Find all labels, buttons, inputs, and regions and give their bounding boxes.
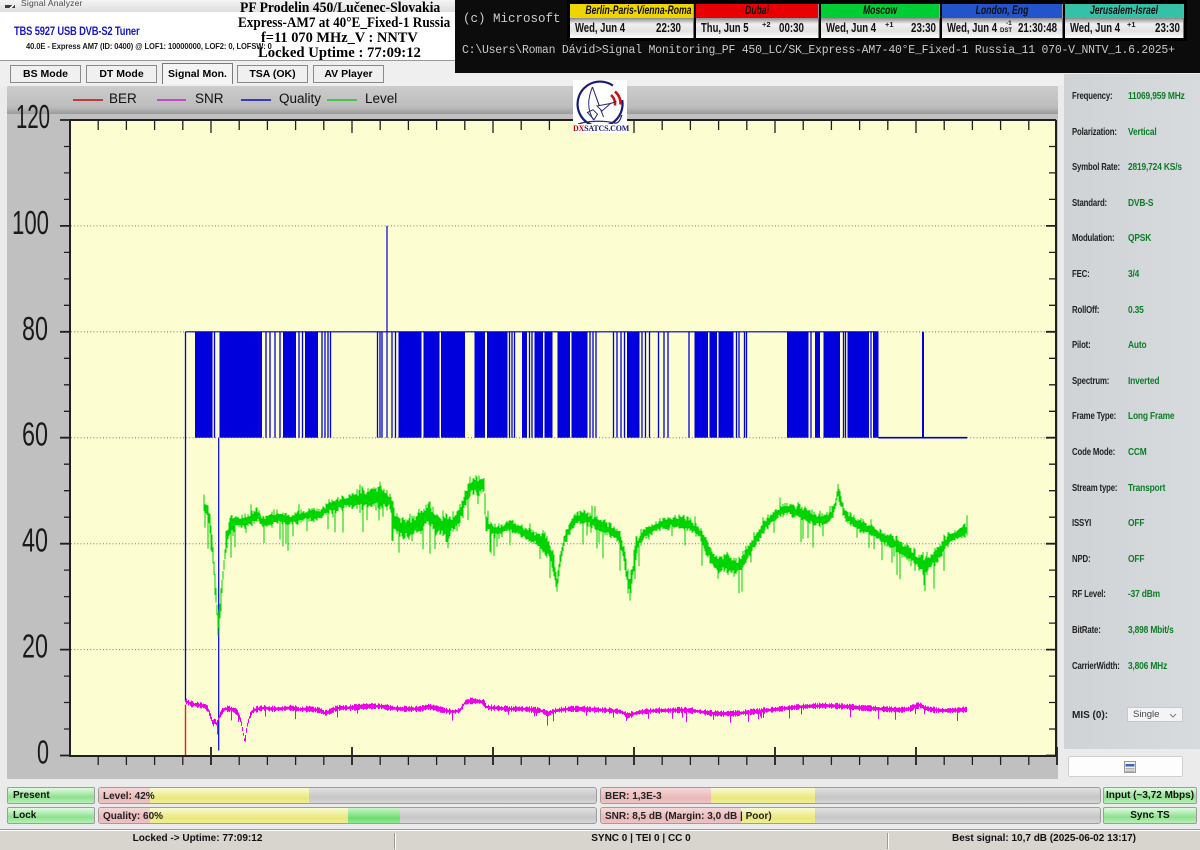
- svg-text:0: 0: [37, 734, 49, 771]
- svg-text:120: 120: [16, 98, 50, 135]
- svg-text:100: 100: [12, 204, 49, 241]
- svg-text:20: 20: [22, 628, 48, 665]
- svg-text:80: 80: [22, 310, 48, 347]
- svg-text:60: 60: [22, 416, 48, 453]
- svg-text:40: 40: [22, 522, 48, 559]
